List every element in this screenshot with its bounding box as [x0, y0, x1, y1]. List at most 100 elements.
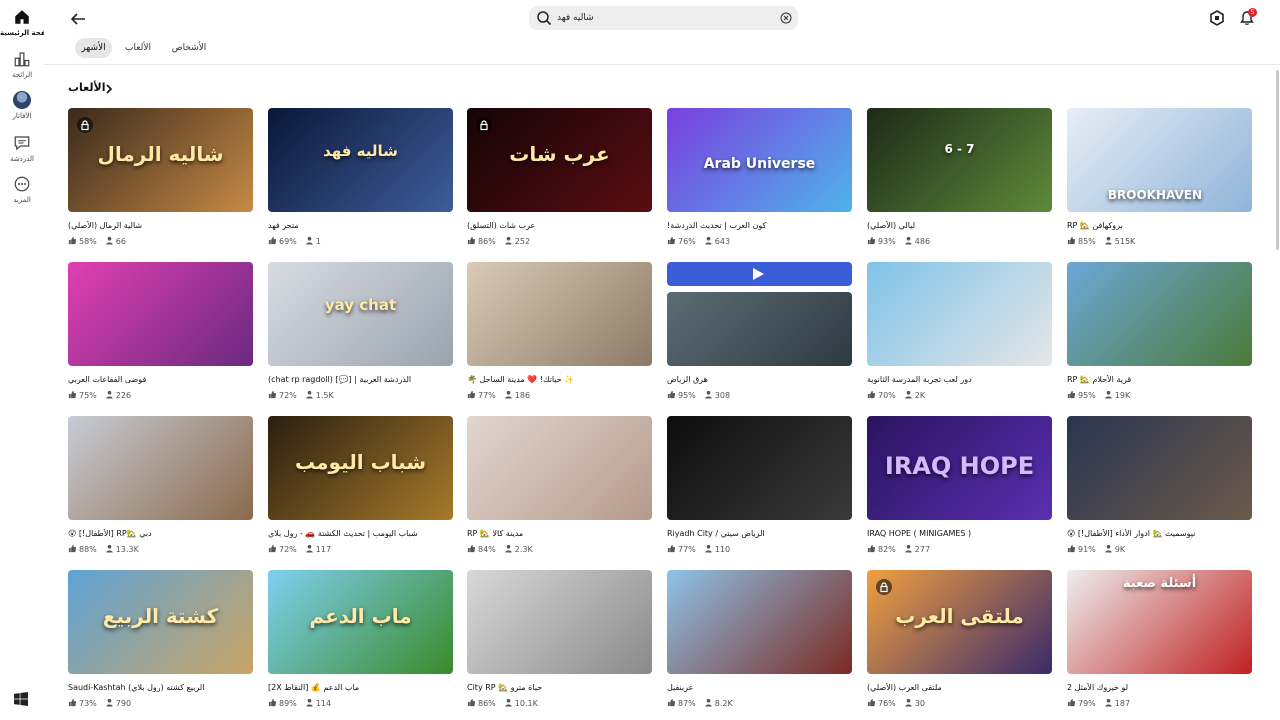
game-card[interactable]: حياة مترو 🏡 City RP 86% 10.1K [467, 570, 652, 716]
game-thumbnail[interactable] [1067, 262, 1252, 366]
game-thumbnail[interactable]: ماب الدعم [268, 570, 453, 674]
game-title[interactable]: فوضى الفقاعات العربي [68, 375, 253, 384]
game-thumbnail[interactable]: كشتة الربيع [68, 570, 253, 674]
game-title[interactable]: شباب اليومب | تحديث الكشتة 🚗 - رول بلاي [268, 529, 453, 538]
game-card[interactable]: شاليه فهد متجر فهد 69% 1 [268, 108, 453, 254]
game-title[interactable]: غرينفيل [667, 683, 852, 692]
game-card[interactable]: كشتة الربيع Saudi-Kashtah الربيع كشته (رو… [68, 570, 253, 716]
sidebar-item-charts[interactable]: الرائجة [0, 50, 44, 79]
game-thumbnail[interactable]: شاليه الرمال [68, 108, 253, 212]
game-title[interactable]: ماب الدعم 💰 [النقاط 2X] [268, 683, 453, 692]
game-title[interactable]: نيوسميث 🏡 ادوار الأداء [الأطفال!] 😮 [1067, 529, 1252, 538]
game-title[interactable]: دبي 🏡RP [الأطفال!] 😮 [68, 529, 253, 538]
chevron-right-icon[interactable] [104, 84, 114, 94]
game-thumbnail[interactable] [867, 262, 1052, 366]
game-title[interactable]: الدردشة العربية | [💬] (chat rp ragdoll) [268, 375, 453, 384]
game-title[interactable]: ✨ حياتك! ❤️ مدينة الساحل 🌴 [467, 375, 652, 384]
sidebar-item-avatar[interactable]: الأفاتار [0, 91, 44, 120]
game-card[interactable]: عرب شات عرب شات (التسلق) 86% 252 [467, 108, 652, 254]
game-title[interactable]: دور لعب تجربة المدرسة الثانوية [867, 375, 1052, 384]
game-thumbnail[interactable]: ملتقى العرب [867, 570, 1052, 674]
game-title[interactable]: كون العرب | تحديث الدردشة! [667, 221, 852, 230]
clear-search-icon[interactable] [780, 12, 792, 24]
game-title[interactable]: لو خيروك الأمثل 2 [1067, 683, 1252, 692]
scrollbar[interactable] [1276, 70, 1279, 250]
game-title[interactable]: متجر فهد [268, 221, 453, 230]
game-card[interactable]: غرينفيل 87% 8.2K [667, 570, 852, 716]
game-card[interactable]: ماب الدعم ماب الدعم 💰 [النقاط 2X] 89% 114 [268, 570, 453, 716]
game-title[interactable]: شالية الرمال (الأصلي) [68, 221, 253, 230]
game-card[interactable]: أسئلة صعبة لو خيروك الأمثل 2 79% 187 [1067, 570, 1252, 716]
game-card[interactable]: مدينة كالا 🏡 RP 84% 2.3K [467, 416, 652, 562]
sidebar-item-more[interactable]: المزيد [0, 175, 44, 204]
game-card[interactable]: 6 - 7 ليالي (الأصلي) 93% 486 [867, 108, 1052, 254]
game-thumbnail[interactable] [467, 416, 652, 520]
game-thumbnail[interactable] [467, 570, 652, 674]
back-arrow-icon[interactable] [68, 9, 88, 29]
tab-popular[interactable]: الأشهر [75, 38, 112, 58]
game-title[interactable]: مدينة كالا 🏡 RP [467, 529, 652, 538]
game-stats: 69% 1 [268, 236, 321, 246]
game-thumbnail[interactable]: عرب شات [467, 108, 652, 212]
game-title[interactable]: ليالي (الأصلي) [867, 221, 1052, 230]
game-card[interactable]: دور لعب تجربة المدرسة الثانوية 70% 2K [867, 262, 1052, 408]
thumbs-up-icon [268, 236, 277, 245]
game-thumbnail[interactable]: yay chat [268, 262, 453, 366]
tab-people[interactable]: الأشخاص [167, 38, 211, 58]
section-title-games[interactable]: الألعاب [68, 81, 106, 94]
game-card[interactable]: ✨ حياتك! ❤️ مدينة الساحل 🌴 77% 186 [467, 262, 652, 408]
game-thumbnail[interactable] [467, 262, 652, 366]
game-card[interactable]: نيوسميث 🏡 ادوار الأداء [الأطفال!] 😮 91% 9K [1067, 416, 1252, 562]
rating-text: 86% [478, 237, 496, 246]
tab-games[interactable]: الألعاب [121, 38, 155, 58]
game-title[interactable]: قرية الأحلام 🏡 RP [1067, 375, 1252, 384]
game-card[interactable]: yay chat الدردشة العربية | [💬] (chat rp r… [268, 262, 453, 408]
game-card[interactable]: ملتقى العرب ملتقى العرب (الأصلي) 76% 30 [867, 570, 1052, 716]
game-title[interactable]: بروكهافن 🏡 RP [1067, 221, 1252, 230]
game-thumbnail[interactable] [68, 416, 253, 520]
game-card[interactable]: الرياض سيتي / Riyadh City 77% 110 [667, 416, 852, 562]
game-card[interactable]: هرق الرياض 95% 308 [667, 262, 852, 408]
search-input[interactable] [557, 8, 777, 28]
game-title[interactable]: Saudi-Kashtah الربيع كشته (رول بلاي) [68, 683, 253, 692]
game-card[interactable]: فوضى الفقاعات العربي 75% 226 [68, 262, 253, 408]
game-thumbnail[interactable]: شاليه فهد [268, 108, 453, 212]
game-card[interactable]: شباب اليومب شباب اليومب | تحديث الكشتة 🚗 … [268, 416, 453, 562]
game-card[interactable]: دبي 🏡RP [الأطفال!] 😮 88% 13.3K [68, 416, 253, 562]
game-card[interactable]: BROOKHAVEN بروكهافن 🏡 RP 85% 515K [1067, 108, 1252, 254]
game-card[interactable]: Arab Universe كون العرب | تحديث الدردشة! 7… [667, 108, 852, 254]
game-title[interactable]: هرق الرياض [667, 375, 852, 384]
game-card[interactable]: قرية الأحلام 🏡 RP 95% 19K [1067, 262, 1252, 408]
game-thumbnail[interactable] [667, 570, 852, 674]
rating-text: 72% [279, 391, 297, 400]
thumbs-up-icon [268, 544, 277, 553]
game-stats: 95% 308 [667, 390, 730, 400]
game-thumbnail[interactable]: IRAQ HOPE [867, 416, 1052, 520]
game-title[interactable]: ملتقى العرب (الأصلي) [867, 683, 1052, 692]
game-thumbnail[interactable] [667, 416, 852, 520]
game-thumbnail[interactable]: أسئلة صعبة [1067, 570, 1252, 674]
game-card[interactable]: IRAQ HOPE IRAQ HOPE ( MINIGAMES ) 82% 277 [867, 416, 1052, 562]
game-thumbnail[interactable]: 6 - 7 [867, 108, 1052, 212]
players-icon [306, 544, 313, 553]
windows-logo-icon[interactable] [14, 692, 28, 706]
sidebar-item-chat[interactable]: الدردشة [0, 134, 44, 163]
game-thumbnail[interactable]: شباب اليومب [268, 416, 453, 520]
sidebar-item-home[interactable]: الصفحة الرئيسية [0, 8, 44, 37]
game-title[interactable]: حياة مترو 🏡 City RP [467, 683, 652, 692]
search-bar[interactable] [529, 6, 798, 30]
play-button[interactable] [667, 262, 852, 286]
game-title[interactable]: الرياض سيتي / Riyadh City [667, 529, 852, 538]
game-title[interactable]: عرب شات (التسلق) [467, 221, 652, 230]
players-icon [705, 698, 712, 707]
game-thumbnail[interactable]: BROOKHAVEN [1067, 108, 1252, 212]
game-title[interactable]: IRAQ HOPE ( MINIGAMES ) [867, 529, 1052, 538]
game-card[interactable]: شاليه الرمال شالية الرمال (الأصلي) 58% 66 [68, 108, 253, 254]
robux-icon[interactable] [1209, 10, 1225, 26]
game-thumbnail[interactable] [68, 262, 253, 366]
game-thumbnail[interactable] [1067, 416, 1252, 520]
game-thumbnail[interactable]: Arab Universe [667, 108, 852, 212]
game-thumbnail[interactable] [667, 292, 852, 366]
game-stats: 77% 110 [667, 544, 730, 554]
lock-icon [77, 117, 93, 133]
